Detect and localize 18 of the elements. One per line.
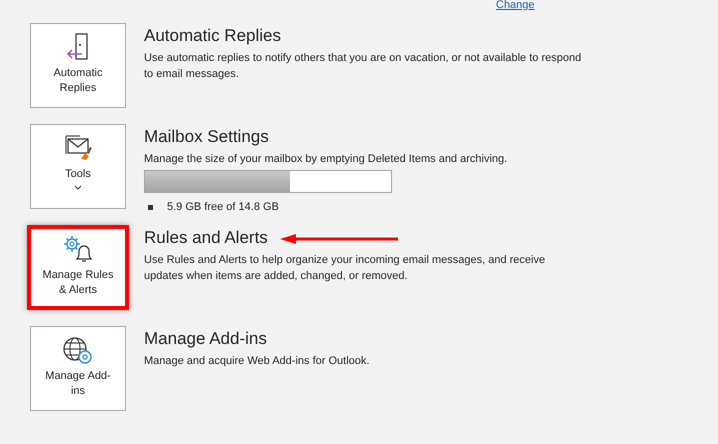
section-description: Manage the size of your mailbox by emptying Deleted Items and archiving. xyxy=(144,152,508,167)
section-title: Manage Add-ins xyxy=(144,328,267,350)
highlighted-button[interactable]: Manage Rules & Alerts xyxy=(27,225,129,310)
section-description: Use Rules and Alerts to help organize your incoming email messages, and receive updates when items are added, changed, or removed. xyxy=(144,253,546,284)
change-link[interactable]: Change xyxy=(496,0,535,14)
section-title: Rules and Alerts xyxy=(144,227,268,249)
bullet-icon xyxy=(148,204,153,210)
globe-gear-icon xyxy=(62,335,94,365)
section-title: Mailbox Settings xyxy=(144,126,269,148)
option-button[interactable]: Automatic Replies xyxy=(30,23,126,108)
envelope-brush-icon xyxy=(63,133,93,163)
storage-reading: 5.9 GB free of 14.8 GB xyxy=(167,200,279,215)
section-description: Use automatic replies to notify others that you are on vacation, or not available to respond to email messages. xyxy=(144,51,582,82)
option-button[interactable]: Tools xyxy=(30,124,126,209)
section-description: Manage and acquire Web Add-ins for Outlook. xyxy=(144,354,370,369)
gear-bell-icon xyxy=(62,234,94,264)
option-button[interactable]: Manage Add-ins xyxy=(30,326,126,411)
section-title: Automatic Replies xyxy=(144,25,282,47)
